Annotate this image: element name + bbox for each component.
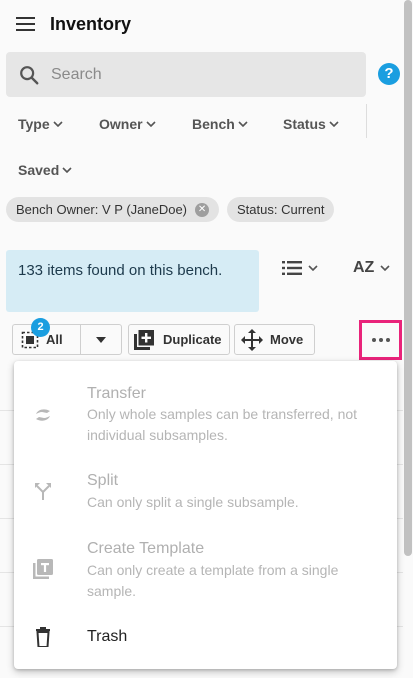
filter-bench-button[interactable]: Bench — [192, 116, 248, 132]
filter-owner-button[interactable]: Owner — [99, 116, 156, 132]
move-button[interactable]: Move — [234, 324, 315, 355]
view-mode-button[interactable] — [282, 261, 318, 275]
filter-type-button[interactable]: Type — [18, 116, 63, 132]
search-bar[interactable]: Search — [6, 52, 366, 97]
filter-chip-status[interactable]: Status: Current — [227, 197, 335, 222]
template-icon — [33, 559, 53, 579]
app-header: Inventory — [0, 0, 413, 50]
duplicate-button[interactable]: Duplicate — [128, 324, 230, 355]
move-icon — [241, 328, 263, 351]
chevron-down-icon — [308, 265, 318, 271]
selected-count-badge: 2 — [31, 318, 50, 337]
hamburger-menu-icon[interactable] — [16, 17, 35, 31]
duplicate-label: Duplicate — [163, 332, 222, 347]
filter-saved-button[interactable]: Saved — [18, 162, 72, 178]
menu-item-description: Only whole samples can be transferred, n… — [87, 406, 358, 443]
more-actions-button[interactable] — [359, 320, 402, 360]
page-scrollbar[interactable] — [404, 0, 412, 556]
menu-item-description: Can only create a template from a single… — [87, 562, 339, 599]
close-icon[interactable]: ✕ — [195, 202, 210, 217]
list-row-divider — [397, 572, 403, 573]
chevron-down-icon — [62, 167, 72, 173]
list-row-divider — [0, 464, 14, 465]
menu-item-description: Can only split a single subsample. — [87, 494, 299, 510]
select-dropdown-button[interactable] — [80, 324, 122, 355]
list-row-divider — [0, 626, 14, 627]
list-row-divider — [0, 572, 14, 573]
more-actions-menu: Transfer Only whole samples can be trans… — [14, 361, 397, 669]
filter-type-label: Type — [18, 116, 50, 132]
page-title: Inventory — [50, 14, 132, 34]
filter-chip-bench-owner[interactable]: Bench Owner: V P (JaneDoe) ✕ — [6, 197, 220, 222]
list-row-divider — [397, 464, 403, 465]
split-icon — [35, 483, 51, 500]
filter-status-label: Status — [283, 116, 326, 132]
filter-status-button[interactable]: Status — [283, 116, 339, 132]
list-row-divider — [397, 626, 403, 627]
list-row-divider — [397, 518, 403, 519]
move-label: Move — [270, 332, 304, 347]
menu-item-title: Transfer — [87, 385, 146, 402]
filter-saved-label: Saved — [18, 162, 60, 178]
trash-icon — [36, 627, 50, 647]
filter-owner-label: Owner — [99, 116, 143, 132]
menu-item-title: Create Template — [87, 540, 205, 557]
list-row-divider — [397, 410, 403, 411]
list-view-icon — [282, 261, 302, 275]
chevron-down-icon — [329, 121, 339, 127]
chevron-down-icon — [238, 121, 248, 127]
filter-bench-label: Bench — [192, 116, 235, 132]
transfer-icon — [36, 409, 50, 421]
filter-divider — [366, 104, 367, 138]
chip-label: Status: Current — [237, 202, 325, 217]
help-icon[interactable]: ? — [378, 63, 400, 85]
sort-label: AZ — [353, 259, 375, 276]
results-summary: 133 items found on this bench. — [6, 250, 259, 312]
duplicate-icon — [134, 329, 154, 350]
sort-button[interactable]: AZ — [353, 259, 390, 277]
list-row-divider — [0, 410, 14, 411]
chevron-down-icon — [53, 121, 63, 127]
list-row-divider — [0, 518, 14, 519]
menu-item-title: Split — [87, 472, 119, 489]
search-icon — [20, 66, 39, 85]
select-all-label: All — [46, 332, 63, 347]
chevron-down-icon — [380, 265, 390, 271]
chevron-down-icon — [146, 121, 156, 127]
search-input[interactable]: Search — [51, 66, 102, 84]
chip-label: Bench Owner: V P (JaneDoe) — [16, 202, 188, 217]
menu-item-title: Trash — [87, 628, 128, 645]
caret-down-icon — [96, 336, 106, 343]
